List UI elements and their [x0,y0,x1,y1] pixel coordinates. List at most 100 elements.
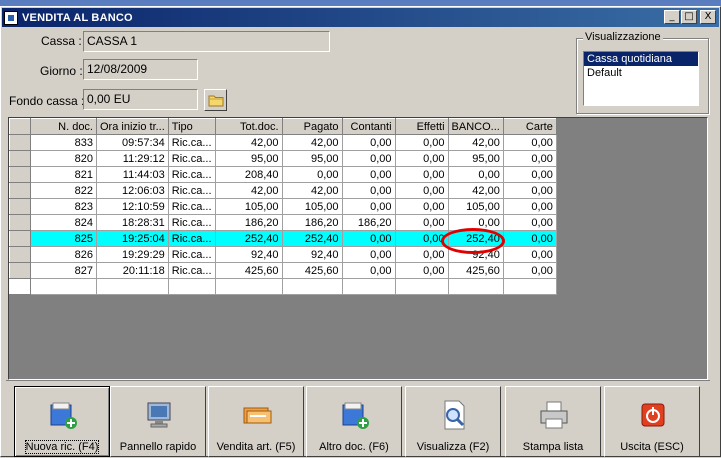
table-row[interactable]: 824 18:28:31 Ric.ca... 186,20 186,20 186,20 0,… [9,214,557,231]
cell-ora: 20:11:18 [96,262,169,279]
table-row[interactable]: 820 11:29:12 Ric.ca... 95,00 95,00 0,00 0,00 95… [9,150,557,167]
row-indicator [9,278,31,295]
visualizzazione-legend: Visualizzazione [583,31,663,43]
cell-carte: 0,00 [502,262,557,279]
fondo-cassa-field[interactable]: 0,00 EU [83,89,198,110]
cell-ndoc: 821 [30,166,97,183]
open-folder-button[interactable] [204,89,227,111]
cell-pagato: 42,00 [281,182,343,199]
cell-tipo: Ric.ca... [167,150,216,167]
magnifier-doc-icon [444,400,465,430]
vendita-art-button[interactable]: Vendita art. (F5) [208,386,304,457]
cell-contanti: 0,00 [341,198,396,215]
column-header-effetti[interactable]: Effetti [394,118,449,135]
nuova-ric-button[interactable]: Nuova ric. (F4) [14,386,110,457]
table-row[interactable]: 826 19:29:29 Ric.ca... 92,40 92,40 0,00 0,00 92… [9,246,557,263]
cell-banco: 0,00 [447,214,504,231]
row-indicator-header [9,118,31,135]
cell-ndoc: 833 [30,134,97,151]
giorno-field[interactable]: 12/08/2009 [83,59,198,80]
empty-cell [214,278,283,295]
empty-cell [394,278,449,295]
cell-ndoc: 822 [30,182,97,199]
view-option-cassa-quotidiana[interactable]: Cassa quotidiana [584,52,698,66]
table-row[interactable]: 825 19:25:04 Ric.ca... 252,40 252,40 0,00 0,00… [9,230,557,247]
cell-effetti: 0,00 [394,166,449,183]
table-row[interactable]: 827 20:11:18 Ric.ca... 425,60 425,60 0,00 0,00… [9,262,557,279]
table-row[interactable]: 821 11:44:03 Ric.ca... 208,40 0,00 0,00 0,00 0,… [9,166,557,183]
row-indicator[interactable] [9,262,31,279]
row-indicator[interactable] [9,246,31,263]
cassa-label: Cassa : [41,34,82,48]
empty-cell [341,278,396,295]
sale-card-icon [243,407,272,424]
row-indicator[interactable] [9,150,31,167]
column-header-totdoc[interactable]: Tot.doc. [214,118,283,135]
cell-ndoc: 824 [30,214,97,231]
close-button[interactable]: X [700,10,716,24]
row-indicator[interactable] [9,230,31,247]
cell-effetti: 0,00 [394,150,449,167]
table-row[interactable]: 833 09:57:34 Ric.ca... 42,00 42,00 0,00 0,00 42… [9,134,557,151]
exit-icon [641,403,665,427]
cell-contanti: 0,00 [341,134,396,151]
row-indicator[interactable] [9,166,31,183]
cell-ora: 19:25:04 [96,230,169,247]
empty-cell [502,278,557,295]
table-header-row: N. doc. Ora inizio tr... Tipo Tot.doc. P… [9,118,557,135]
column-header-ora[interactable]: Ora inizio tr... [96,118,169,135]
altro-doc-button[interactable]: Altro doc. (F6) [306,386,402,457]
column-header-tipo[interactable]: Tipo [167,118,216,135]
app-icon [4,10,18,25]
row-indicator[interactable] [9,182,31,199]
vendita-art-label: Vendita art. (F5) [216,441,296,453]
row-indicator[interactable] [9,198,31,215]
cell-carte: 0,00 [502,134,557,151]
uscita-button[interactable]: Uscita (ESC) [604,386,700,457]
cell-ora: 09:57:34 [96,134,169,151]
documents-grid-area[interactable]: N. doc. Ora inizio tr... Tipo Tot.doc. P… [8,117,708,380]
cell-ora: 12:06:03 [96,182,169,199]
visualizza-label: Visualizza (F2) [416,441,490,453]
other-doc-icon [342,402,369,429]
cell-effetti: 0,00 [394,262,449,279]
column-header-banco[interactable]: BANCO... [447,118,504,135]
cell-ora: 18:28:31 [96,214,169,231]
cell-ndoc: 825 [30,230,97,247]
visualizza-button[interactable]: Visualizza (F2) [405,386,501,457]
minimize-button[interactable]: _ [664,10,680,24]
cell-effetti: 0,00 [394,134,449,151]
table-row[interactable]: 822 12:06:03 Ric.ca... 42,00 42,00 0,00 0,00 42… [9,182,557,199]
view-listbox[interactable]: Cassa quotidiana Default [583,51,699,106]
column-header-carte[interactable]: Carte [502,118,557,135]
column-header-pagato[interactable]: Pagato [281,118,343,135]
cell-effetti: 0,00 [394,246,449,263]
pannello-rapido-button[interactable]: Pannello rapido [110,386,206,457]
window-title: VENDITA AL BANCO [22,11,133,24]
maximize-button[interactable]: □ [681,10,697,24]
cell-tipo: Ric.ca... [167,246,216,263]
stampa-lista-button[interactable]: Stampa lista [505,386,601,457]
giorno-label: Giorno : [40,64,83,78]
cell-banco: 92,40 [447,246,504,263]
cell-ndoc: 820 [30,150,97,167]
cell-banco: 42,00 [447,182,504,199]
view-option-default[interactable]: Default [584,66,698,80]
cell-totdoc: 252,40 [214,230,283,247]
uscita-label: Uscita (ESC) [620,441,684,453]
table-row[interactable]: 823 12:10:59 Ric.ca... 105,00 105,00 0,00 0,00… [9,198,557,215]
row-indicator[interactable] [9,134,31,151]
cell-carte: 0,00 [502,246,557,263]
cell-contanti: 0,00 [341,150,396,167]
title-bar[interactable]: VENDITA AL BANCO _ □ X [2,8,719,27]
row-indicator[interactable] [9,214,31,231]
cassa-field[interactable]: CASSA 1 [83,31,330,52]
cell-effetti: 0,00 [394,198,449,215]
new-receipt-icon [50,402,77,429]
empty-cell [447,278,504,295]
column-header-ndoc[interactable]: N. doc. [30,118,97,135]
column-header-contanti[interactable]: Contanti [341,118,396,135]
cell-contanti: 0,00 [341,262,396,279]
cell-pagato: 0,00 [281,166,343,183]
cell-totdoc: 95,00 [214,150,283,167]
